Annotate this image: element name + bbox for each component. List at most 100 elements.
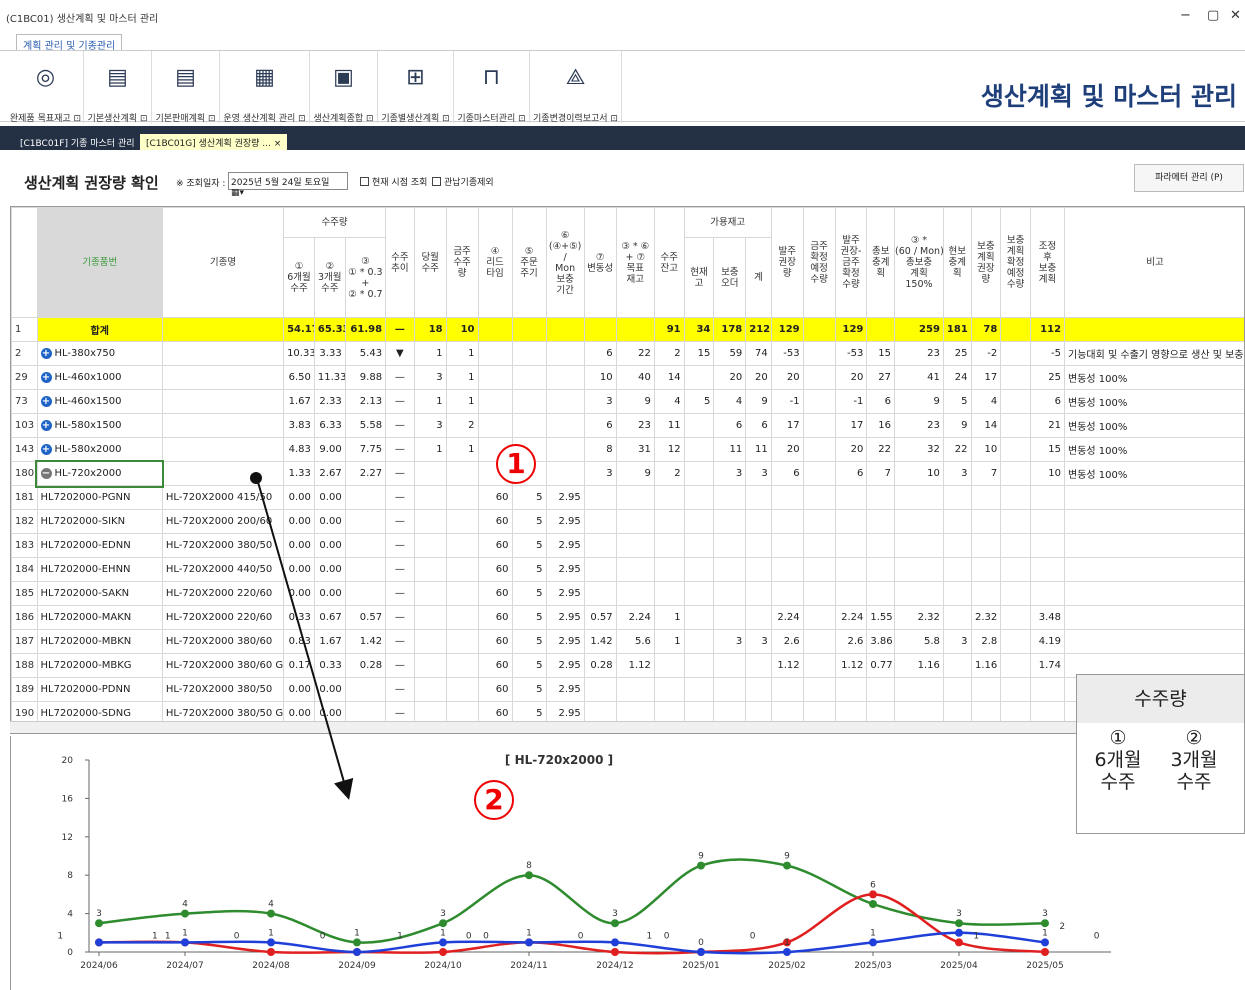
cell-recwk[interactable]: 2.6 (834, 629, 868, 654)
date-picker[interactable]: 2025년 5월 24일 토요일 ▦▾ (228, 172, 348, 198)
table-row[interactable]: 183 HL7202000-EDNN HL-720X2000 380/50 0.00 0… (11, 533, 1244, 558)
cell-c7[interactable] (583, 533, 617, 558)
cell-recwk[interactable] (834, 533, 868, 558)
cell-rem[interactable] (653, 557, 685, 582)
cell-recwk[interactable]: 20 (834, 365, 868, 390)
cell-name[interactable] (161, 317, 285, 342)
cell-sum[interactable]: 20 (745, 365, 772, 390)
cell-c1[interactable]: 0.00 (283, 533, 315, 558)
cell-rec[interactable]: 20 (770, 437, 804, 462)
cell-c1[interactable]: 0.00 (283, 677, 315, 702)
cell-p150[interactable]: 259 (894, 317, 944, 342)
maximize-button[interactable]: ▢ (1207, 8, 1219, 23)
cell-lead[interactable] (477, 317, 513, 342)
cell-name[interactable]: HL-720X2000 220/60 (161, 581, 285, 606)
cell-name[interactable]: HL-720X2000 380/50 (161, 533, 285, 558)
cell-c6[interactable]: 2.95 (545, 581, 585, 606)
cell-c1[interactable]: 0.00 (283, 557, 315, 582)
cell-lead[interactable] (477, 389, 513, 414)
cell-cur[interactable] (413, 581, 447, 606)
cell-c7[interactable]: 10 (583, 365, 617, 390)
cell-name[interactable] (161, 389, 285, 414)
cell-stock[interactable]: 5 (683, 389, 715, 414)
cell-key[interactable]: + HL-580x1500 (36, 413, 163, 438)
cell-conf[interactable] (445, 557, 479, 582)
cell-p150[interactable] (894, 485, 944, 510)
cell-c2[interactable]: 0.67 (313, 605, 346, 630)
cell-note[interactable]: 기능대회 및 수출기 영향으로 생산 및 보충계 (1064, 341, 1244, 366)
cell-cplan[interactable]: 3 (942, 629, 972, 654)
cell-lead[interactable]: 60 (477, 485, 513, 510)
cell-swk[interactable] (1000, 605, 1032, 630)
doc-tab-recommend[interactable]: [C1BC01G] 생산계획 권장량 ... × (140, 134, 288, 150)
cell-lead[interactable]: 60 (477, 605, 513, 630)
cell-rec[interactable]: 20 (770, 365, 804, 390)
cell-conf[interactable] (445, 581, 479, 606)
cell-sup[interactable]: 3 (713, 461, 747, 486)
cell-name[interactable]: HL-720X2000 415/50 (161, 485, 285, 510)
cell-rem[interactable]: 2 (653, 461, 685, 486)
cell-adj[interactable]: 1.74 (1030, 653, 1066, 678)
cell-tplan[interactable] (866, 533, 896, 558)
cell-trend[interactable]: — (385, 629, 415, 654)
cell-conf[interactable] (445, 605, 479, 630)
cell-rem[interactable] (653, 677, 685, 702)
cell-sup[interactable]: 59 (713, 341, 747, 366)
row-number[interactable]: 181 (11, 485, 38, 510)
cell-c8[interactable]: 31 (615, 437, 655, 462)
header-lead[interactable]: ④ 리드 타임 (477, 207, 513, 318)
cell-c6[interactable] (545, 389, 585, 414)
cell-name[interactable]: HL-720X2000 220/60 (161, 605, 285, 630)
cell-p150[interactable]: 2.32 (894, 605, 944, 630)
cell-c1[interactable]: 0.00 (283, 581, 315, 606)
cell-key[interactable]: HL7202000-MBKN (36, 629, 163, 654)
cell-cplan[interactable] (942, 677, 972, 702)
cell-name[interactable] (161, 461, 285, 486)
ribbon-button-2[interactable]: ▤ 기본판매계획 ⊡ (152, 51, 220, 124)
cell-conf[interactable] (445, 509, 479, 534)
exclude-checkbox[interactable]: 관납기종제외 (432, 175, 494, 188)
cell-cycle[interactable]: 5 (511, 485, 547, 510)
cell-swk[interactable] (1000, 653, 1032, 678)
row-number[interactable]: 1 (11, 317, 38, 342)
cell-key[interactable]: HL7202000-EHNN (36, 557, 163, 582)
cell-rem[interactable]: 1 (653, 605, 685, 630)
cell-stock[interactable]: 34 (683, 317, 715, 342)
header-cur[interactable]: 당월 수주 (413, 207, 447, 318)
cell-srec[interactable] (970, 557, 1002, 582)
header-group-avail[interactable]: 가용재고 (683, 207, 772, 238)
cell-adj[interactable] (1030, 677, 1066, 702)
header-conf[interactable]: 금주 수주 량 (445, 207, 479, 318)
cell-tplan[interactable]: 7 (866, 461, 896, 486)
cell-conf[interactable]: 1 (445, 389, 479, 414)
cell-recwk[interactable] (834, 557, 868, 582)
cell-c6[interactable]: 2.95 (545, 509, 585, 534)
recommend-grid[interactable]: 기종품번 기종명 수주량 수주 추이 당월 수주 금주 수주 량 ④ 리드 타임 ⑤ 주문 주기 ⑥ (④+⑤) /… (10, 206, 1245, 734)
cell-cycle[interactable] (511, 413, 547, 438)
expand-icon[interactable]: + (40, 348, 52, 359)
table-row[interactable]: 186 HL7202000-MAKN HL-720X2000 220/60 0.33 0… (11, 605, 1244, 630)
cell-rem[interactable] (653, 485, 685, 510)
cell-c7[interactable] (583, 581, 617, 606)
cell-c7[interactable] (583, 557, 617, 582)
calendar-icon[interactable]: ▦▾ (231, 188, 244, 198)
cell-c3[interactable]: 5.43 (344, 341, 387, 366)
cell-adj[interactable]: 21 (1030, 413, 1066, 438)
cell-note[interactable] (1064, 485, 1244, 510)
cell-swk[interactable] (1000, 677, 1032, 702)
cell-p150[interactable] (894, 581, 944, 606)
checkbox-box-icon[interactable] (360, 177, 369, 186)
cell-c1[interactable]: 0.83 (283, 629, 315, 654)
cell-note[interactable]: 변동성 100% (1064, 365, 1244, 390)
cell-c7[interactable]: 3 (583, 461, 617, 486)
cell-cycle[interactable]: 5 (511, 629, 547, 654)
cell-swk[interactable] (1000, 533, 1032, 558)
cell-cycle[interactable]: 5 (511, 557, 547, 582)
cell-sup[interactable]: 6 (713, 413, 747, 438)
expand-icon[interactable]: + (40, 444, 52, 455)
cell-rec[interactable]: 2.24 (770, 605, 804, 630)
cell-c6[interactable] (545, 341, 585, 366)
cell-tplan[interactable] (866, 581, 896, 606)
cell-p150[interactable] (894, 557, 944, 582)
cell-tplan[interactable] (866, 317, 896, 342)
